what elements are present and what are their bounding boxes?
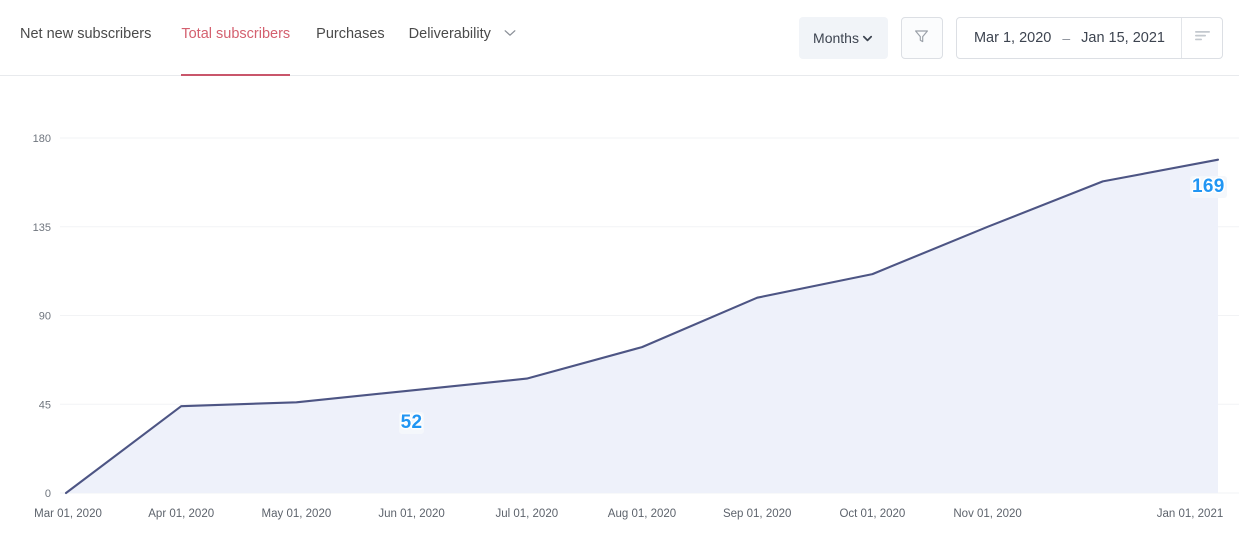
tab-label: Deliverability	[408, 26, 491, 42]
date-start: Mar 1, 2020	[973, 30, 1052, 46]
tab-label: Total subscribers	[181, 26, 291, 42]
x-axis-tick-label: Jul 01, 2020	[495, 508, 558, 520]
x-axis-tick-label: Mar 01, 2020	[34, 508, 102, 520]
x-axis-tick-label: Sep 01, 2020	[723, 508, 791, 520]
top-toolbar: Net new subscribers Total subscribers Purc…	[0, 0, 1239, 76]
data-point-label: 52	[398, 412, 425, 435]
filter-button[interactable]	[900, 17, 943, 59]
granularity-label: Months	[813, 30, 859, 46]
tab-net-new-subscribers[interactable]: Net new subscribers	[20, 0, 181, 76]
toolbar-controls: Months Mar 1, 2020 – Jan 15, 2021	[799, 17, 1223, 59]
x-axis-tick-label: Apr 01, 2020	[148, 508, 214, 520]
chart-container: 0 45 90 135 180 Mar 01, 2020 Apr 01, 2020 May …	[0, 76, 1239, 541]
y-axis-tick-label: 135	[33, 222, 51, 234]
report-tabs: Net new subscribers Total subscribers Purc…	[20, 0, 540, 76]
total-subscribers-area-chart: 0 45 90 135 180 Mar 01, 2020 Apr 01, 2020 May …	[33, 133, 1239, 520]
y-axis-tick-label: 90	[39, 311, 51, 323]
sort-list-icon	[1194, 29, 1211, 47]
tab-label: Purchases	[316, 26, 385, 42]
date-range-picker[interactable]: Mar 1, 2020 – Jan 15, 2021	[955, 17, 1223, 59]
chart-y-axis: 0 45 90 135 180	[33, 133, 51, 500]
tab-purchases[interactable]: Purchases	[316, 0, 409, 76]
y-axis-tick-label: 0	[45, 488, 51, 500]
x-axis-tick-label: Nov 01, 2020	[953, 508, 1021, 520]
x-axis-tick-label: May 01, 2020	[262, 508, 332, 520]
x-axis-tick-label: Oct 01, 2020	[839, 508, 905, 520]
analytics-page: Net new subscribers Total subscribers Purc…	[0, 0, 1239, 541]
data-point-label: 169	[1190, 175, 1227, 198]
chart-area-fill	[66, 159, 1218, 493]
y-axis-tick-label: 180	[33, 133, 51, 145]
date-range-text[interactable]: Mar 1, 2020 – Jan 15, 2021	[957, 18, 1181, 58]
funnel-filter-icon	[913, 28, 930, 48]
chart-x-axis: Mar 01, 2020 Apr 01, 2020 May 01, 2020 Jun …	[34, 508, 1223, 520]
x-axis-tick-label: Jun 01, 2020	[378, 508, 445, 520]
date-end: Jan 15, 2021	[1081, 30, 1165, 46]
tab-label: Net new subscribers	[20, 26, 152, 42]
chevron-down-icon[interactable]	[504, 28, 516, 40]
y-axis-tick-label: 45	[39, 399, 51, 411]
x-axis-tick-label: Jan 01, 2021	[1157, 508, 1224, 520]
date-separator: –	[1062, 30, 1071, 46]
granularity-dropdown[interactable]: Months	[799, 17, 888, 59]
tab-deliverability[interactable]: Deliverability	[409, 0, 540, 76]
tab-total-subscribers[interactable]: Total subscribers	[181, 0, 316, 76]
sort-list-icon-button[interactable]	[1181, 18, 1222, 58]
chevron-down-icon	[861, 32, 874, 45]
x-axis-tick-label: Aug 01, 2020	[608, 508, 676, 520]
